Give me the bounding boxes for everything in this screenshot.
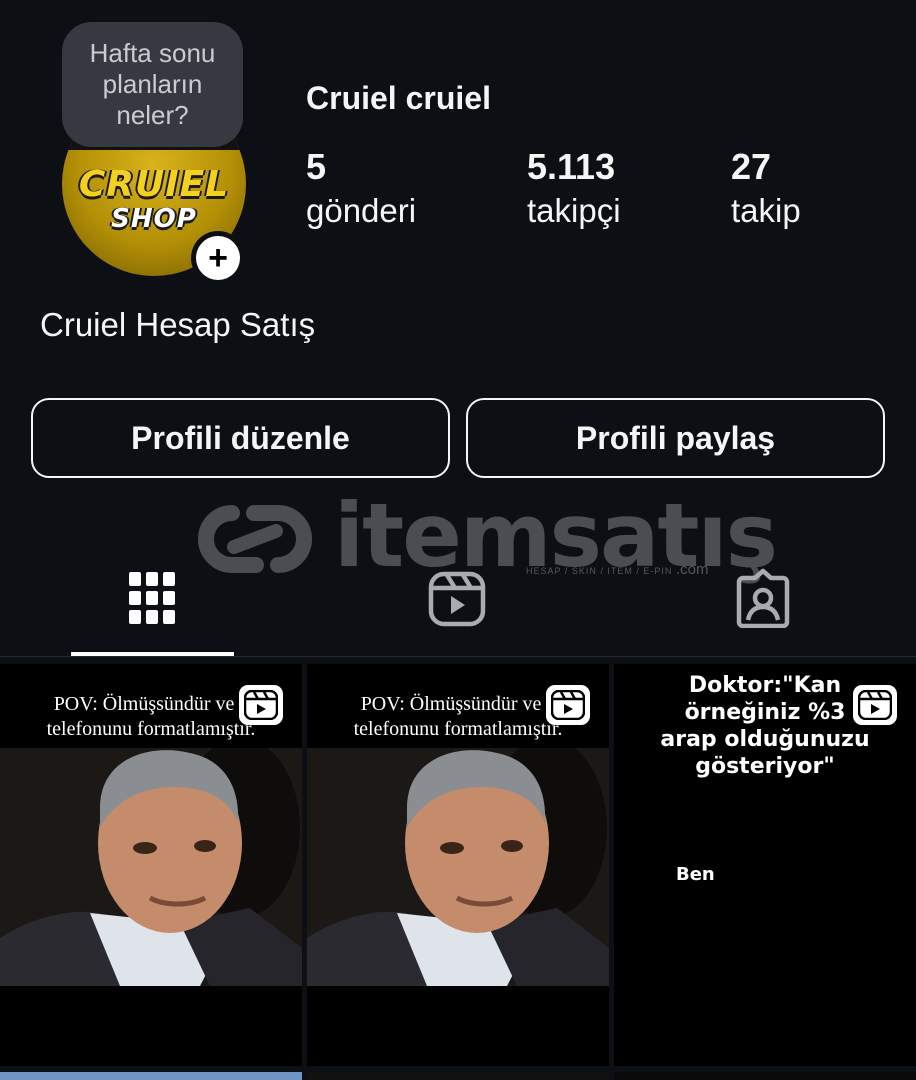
stat-followers-value: 5.113 [527, 146, 616, 187]
stat-followers-label: takipçi [527, 192, 621, 229]
post-photo [307, 748, 609, 986]
watermark-subtext: HESAP / SKIN / ITEM / E-PIN [526, 566, 673, 576]
man-portrait-image [0, 748, 302, 986]
tabs-divider [0, 656, 916, 657]
reel-badge-icon [853, 685, 897, 725]
stat-posts[interactable]: 5 gönderi [306, 146, 416, 230]
stat-posts-label: gönderi [306, 192, 417, 229]
plus-icon: + [196, 236, 240, 280]
post-thumbnail-6-peek[interactable] [614, 1072, 916, 1080]
stat-followers[interactable]: 5.113 takipçi [527, 146, 621, 230]
watermark-logo-icon [198, 505, 312, 573]
man-portrait-image [307, 748, 609, 986]
profile-note-text-overlay: Hafta sonu planların neler? [89, 38, 216, 130]
tab-reels[interactable] [422, 563, 492, 633]
post-thumbnail-5-peek[interactable] [307, 1072, 609, 1080]
post-thumbnail-1[interactable]: POV: Ölmüşsündür ve a telefonunu formatl… [0, 664, 302, 1066]
profile-note-bubble-overlay: Hafta sonu planların neler? [62, 22, 243, 147]
stat-following[interactable]: 27 takip [731, 146, 801, 230]
stat-posts-value: 5 [306, 146, 327, 187]
watermark-suffix: .com [676, 561, 709, 578]
profile-name: Cruiel cruiel [306, 80, 491, 116]
post-thumbnail-2[interactable]: POV: Ölmüşsündür ve a telefonunu formatl… [307, 664, 609, 1066]
reel-badge-icon [546, 685, 590, 725]
share-profile-button[interactable]: Profili paylaş [466, 398, 885, 478]
post-photo [0, 748, 302, 986]
stat-following-label: takip [731, 192, 801, 229]
reels-icon [428, 571, 486, 627]
reel-badge-icon [239, 685, 283, 725]
stat-following-value: 27 [731, 146, 772, 187]
bio-name: Cruiel Hesap Satış [40, 306, 316, 343]
tagged-icon [736, 568, 790, 628]
avatar-logo-cruiel: CRUIEL [78, 164, 230, 205]
post-thumbnail-3[interactable]: Doktor:"Kan örneğiniz %3 arap olduğunuzu… [614, 664, 916, 1066]
meme-ben-label: Ben [676, 864, 715, 885]
add-story-button[interactable]: + [191, 231, 245, 285]
post-thumbnail-4-peek[interactable] [0, 1072, 302, 1080]
avatar-logo-shop: SHOP [111, 204, 197, 234]
meme-line-3: arap olduğunuzu [660, 727, 870, 752]
edit-profile-button[interactable]: Profili düzenle [31, 398, 450, 478]
tab-posts-grid[interactable] [117, 563, 187, 633]
meme-line-4: gösteriyor" [695, 754, 835, 779]
grid-icon [129, 572, 175, 624]
tab-tagged[interactable] [728, 563, 798, 633]
